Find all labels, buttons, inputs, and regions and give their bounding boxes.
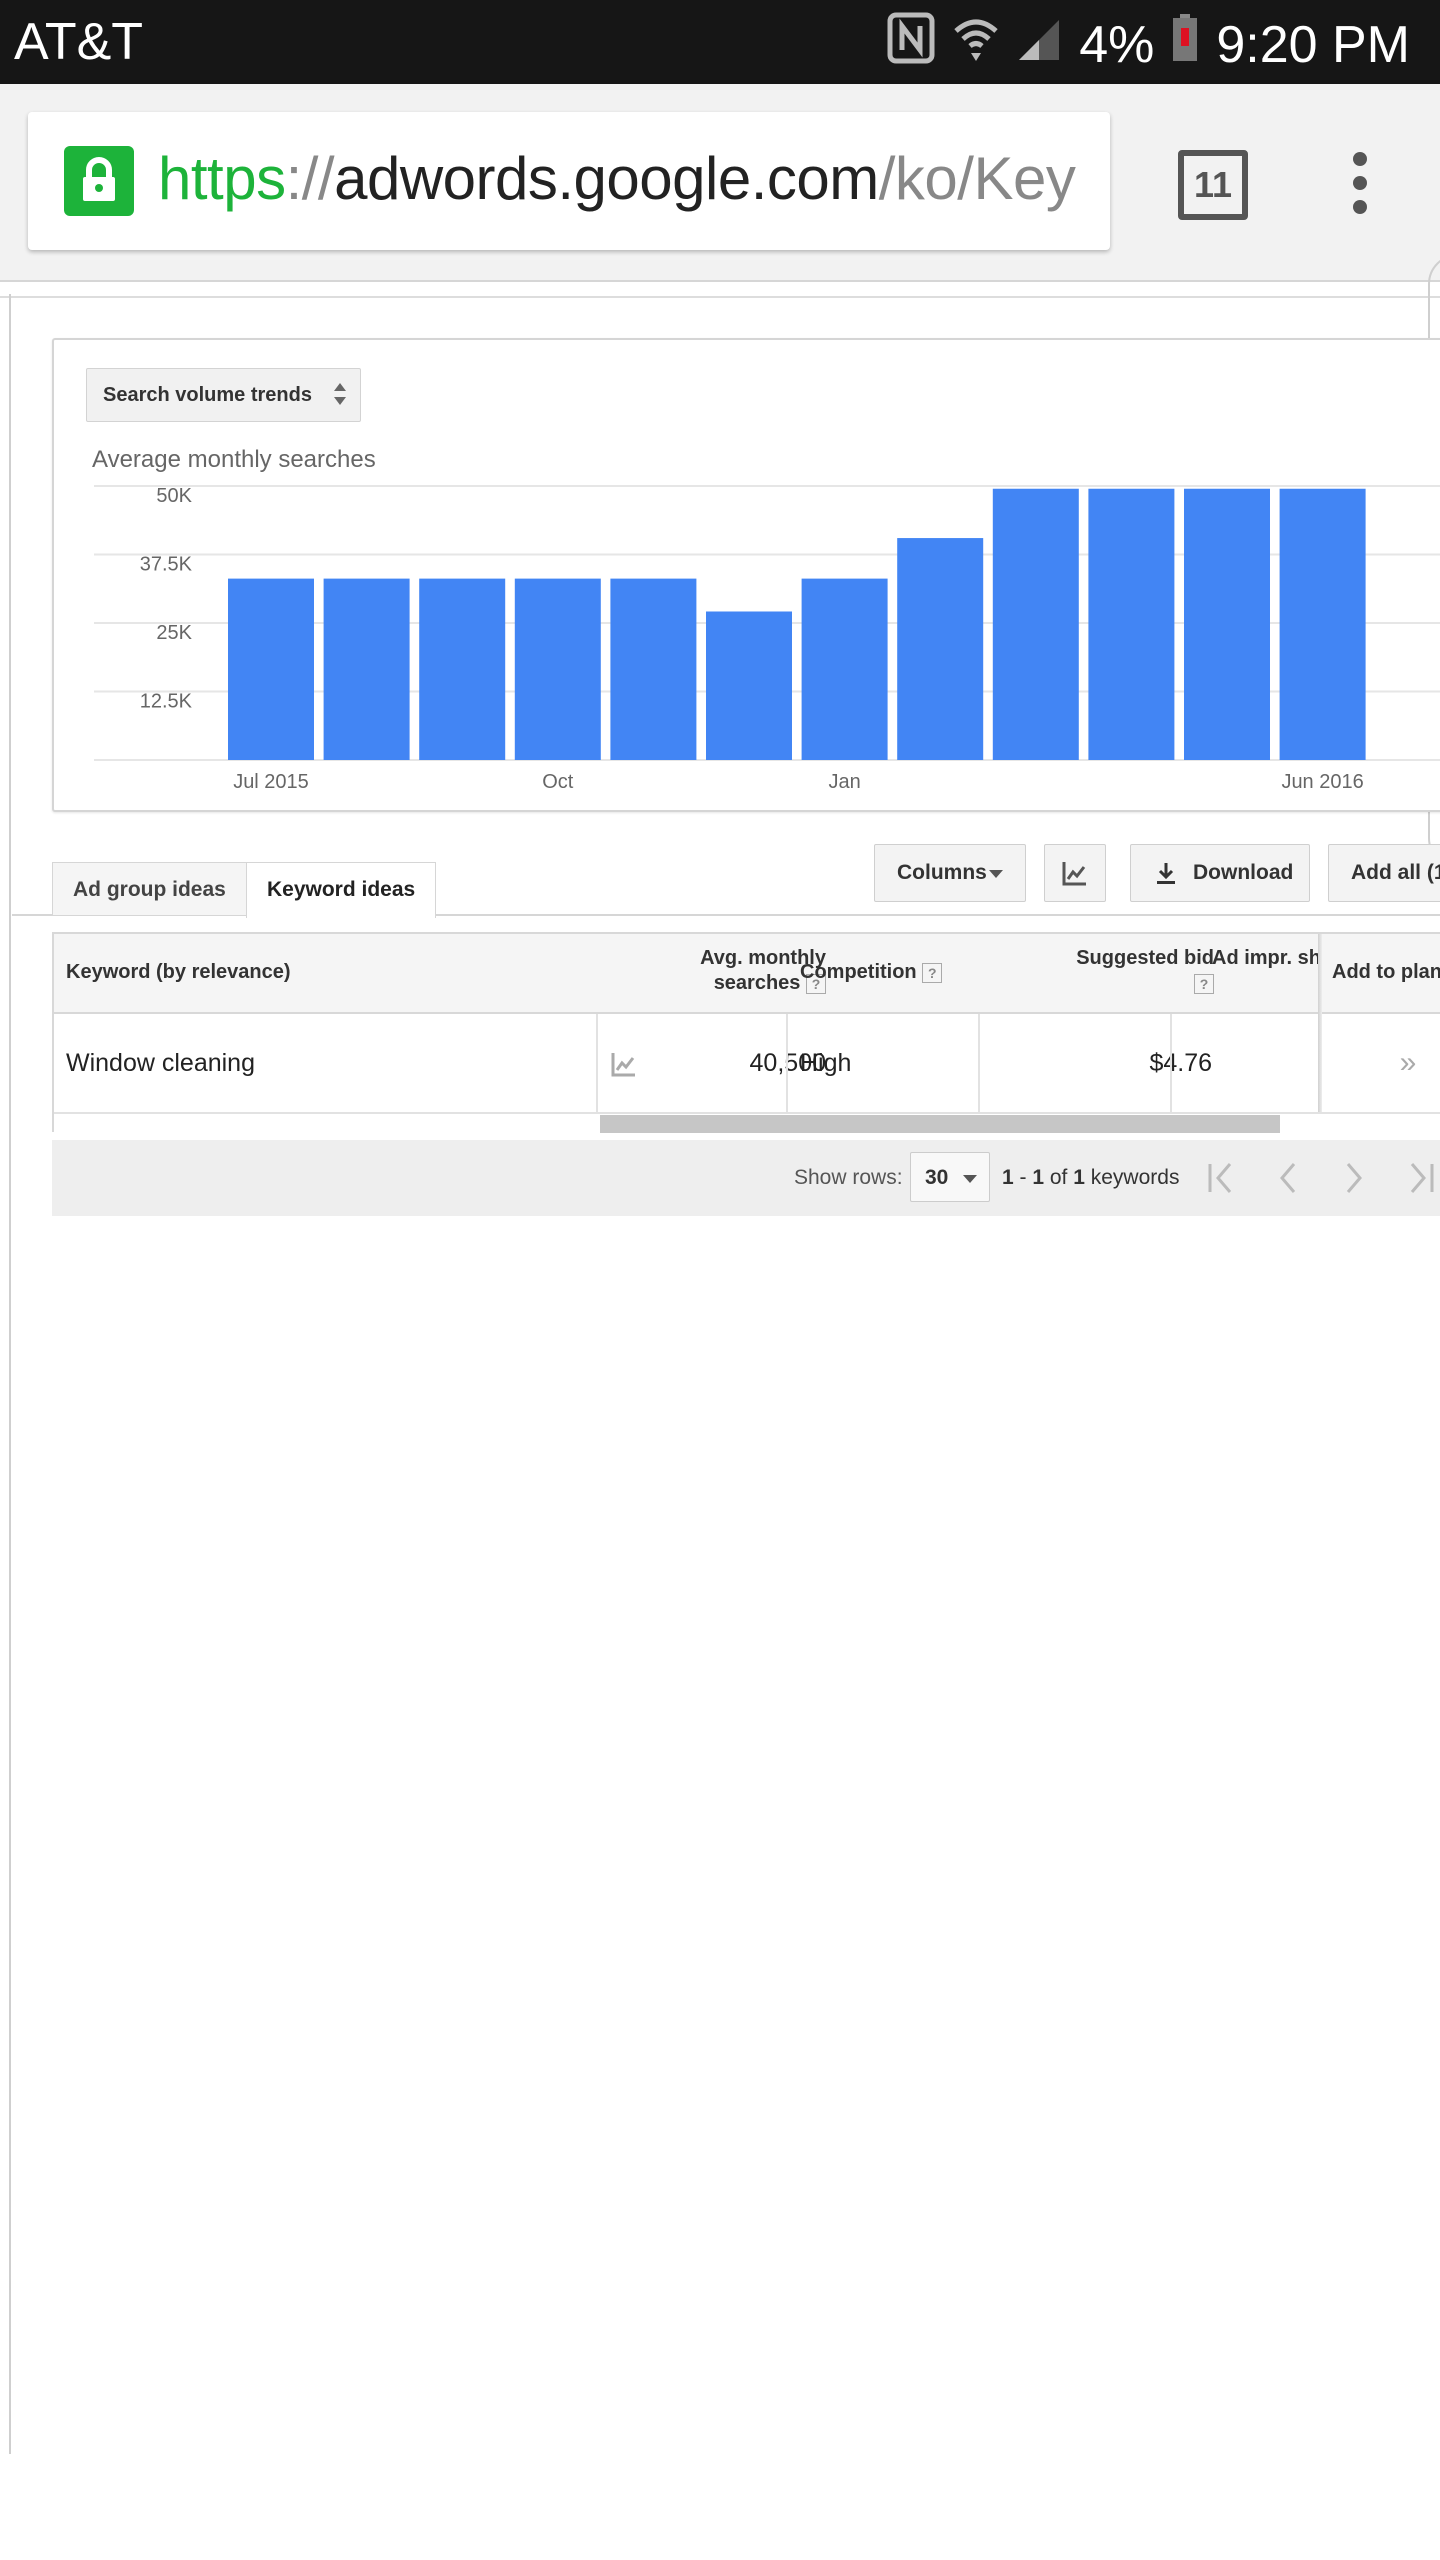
search-volume-chart-card: Search volume trends Average monthly sea… (52, 338, 1440, 812)
page-content: Search volume trends Average monthly sea… (0, 254, 1440, 2560)
y-tick-label: 25K (156, 622, 192, 644)
bar (897, 538, 984, 760)
tab-keyword-ideas[interactable]: Keyword ideas (246, 862, 437, 918)
x-tick-label: Jan (828, 771, 860, 793)
bar (419, 578, 506, 760)
range-start: 1 (1002, 1166, 1014, 1189)
range-dash: - (1013, 1166, 1033, 1189)
bar (992, 488, 1079, 760)
add-all-label: Add all (1 (1351, 861, 1440, 884)
header-ad-impr-share[interactable]: Ad impr. sh (1212, 946, 1318, 971)
bar (323, 578, 410, 760)
header-avg-line2: searches (713, 972, 801, 994)
bar (610, 578, 697, 760)
header-keyword[interactable]: Keyword (by relevance) (66, 960, 291, 985)
tab-switcher-button[interactable]: 11 (1178, 150, 1248, 220)
cell-ad-impr-share (1184, 1014, 1314, 1112)
cell-competition: High (800, 1049, 852, 1077)
header-avg-line1: Avg. monthly (700, 947, 826, 969)
show-rows-label: Show rows: (794, 1166, 903, 1189)
y-tick-label: 12.5K (140, 691, 193, 713)
tab-ad-group-ideas[interactable]: Ad group ideas (52, 862, 247, 915)
lock-icon (64, 146, 134, 216)
keyword-ideas-table: Keyword (by relevance) Avg. monthly sear… (52, 932, 1440, 1133)
first-page-icon[interactable] (1202, 1158, 1242, 1198)
previous-page-icon[interactable] (1268, 1158, 1308, 1198)
x-tick-label: Jun 2016 (1281, 771, 1363, 793)
pinned-column-shadow (1318, 934, 1322, 1114)
header-avg-monthly-searches[interactable]: Avg. monthly searches ? (602, 946, 826, 996)
pagination-bar: Show rows: 30 1 - 1 of 1 keywords (52, 1140, 1440, 1216)
header-competition[interactable]: Competition ? (800, 960, 943, 985)
range-total: 1 (1073, 1166, 1085, 1189)
url-bar[interactable]: https://adwords.google.com/ko/Key (28, 112, 1110, 250)
bar (1184, 488, 1270, 760)
table-header: Keyword (by relevance) Avg. monthly sear… (54, 934, 1440, 1014)
wifi-icon (953, 13, 999, 76)
help-icon[interactable]: ? (1194, 973, 1214, 994)
column-divider (596, 1014, 598, 1112)
header-add-to-plan: Add to plan (1332, 961, 1440, 983)
page-range: 1 - 1 of 1 keywords (1002, 1140, 1179, 1216)
header-competition-label: Competition (800, 961, 917, 983)
column-divider (978, 1014, 980, 1112)
dropdown-caret-icon (963, 1175, 977, 1183)
chart-toggle-button[interactable] (1044, 844, 1106, 902)
bar (514, 578, 601, 760)
add-keyword-button[interactable]: » (1388, 1014, 1428, 1112)
left-divider (9, 294, 11, 2454)
add-all-button[interactable]: Add all (1 (1328, 844, 1440, 902)
bar (1279, 488, 1366, 760)
bar (801, 578, 888, 760)
download-icon (1157, 863, 1175, 884)
y-tick-label: 50K (156, 485, 192, 507)
cell-keyword[interactable]: Window cleaning (66, 1014, 255, 1112)
download-button[interactable]: Download (1130, 844, 1310, 902)
y-tick-label: 37.5K (140, 554, 193, 576)
rows-per-page-value: 30 (925, 1166, 949, 1189)
columns-button[interactable]: Columns (874, 844, 1026, 902)
last-page-icon[interactable] (1400, 1158, 1440, 1198)
clock: 9:20 PM (1216, 15, 1410, 74)
signal-icon (1017, 15, 1061, 75)
next-page-icon[interactable] (1334, 1158, 1374, 1198)
url-path: /ko/Key (878, 145, 1076, 212)
x-tick-label: Jul 2015 (233, 771, 309, 793)
battery-icon (1172, 14, 1198, 75)
url-scheme: https (158, 145, 286, 212)
url-separator: :// (285, 145, 335, 212)
overflow-menu-icon[interactable] (1340, 152, 1380, 232)
range-unit: keywords (1084, 1166, 1180, 1189)
line-chart-icon (1062, 862, 1086, 886)
row-divider (54, 1112, 1440, 1114)
carrier-name: AT&T (14, 13, 144, 71)
trend-chart-icon[interactable] (610, 1050, 638, 1078)
column-divider (1170, 1014, 1172, 1112)
bar (706, 611, 792, 760)
bar (228, 578, 314, 760)
status-bar: AT&T 4% 9:20 PM (0, 0, 1440, 84)
bar (1088, 488, 1175, 760)
horizontal-scrollbar[interactable] (600, 1115, 1280, 1133)
range-end: 1 (1032, 1166, 1045, 1189)
cell-suggested-bid: $4.76 (1149, 1049, 1212, 1077)
header-bid-line1: Suggested bid (1076, 947, 1214, 969)
column-divider (786, 1014, 788, 1112)
url-text[interactable]: https://adwords.google.com/ko/Key (158, 144, 1076, 213)
columns-label: Columns (897, 861, 987, 884)
dropdown-caret-icon (989, 870, 1003, 878)
battery-percent: 4% (1079, 15, 1155, 74)
nfc-icon (887, 12, 935, 77)
top-divider (0, 296, 1440, 298)
status-icons: 4% 9:20 PM (887, 12, 1410, 77)
url-host: adwords.google.com (334, 145, 879, 212)
help-icon[interactable]: ? (922, 962, 943, 983)
x-tick-label: Oct (542, 771, 574, 793)
range-of: of (1044, 1166, 1074, 1189)
download-label: Download (1193, 861, 1294, 884)
rows-per-page-select[interactable]: 30 (910, 1152, 990, 1202)
header-suggested-bid[interactable]: Suggested bid ? (954, 946, 1214, 996)
bar-chart: 12.5K 25K 37.5K 50K Jul 2015 Oct Jan Jun 2016 (94, 485, 1440, 793)
browser-toolbar: https://adwords.google.com/ko/Key 11 (0, 84, 1440, 282)
